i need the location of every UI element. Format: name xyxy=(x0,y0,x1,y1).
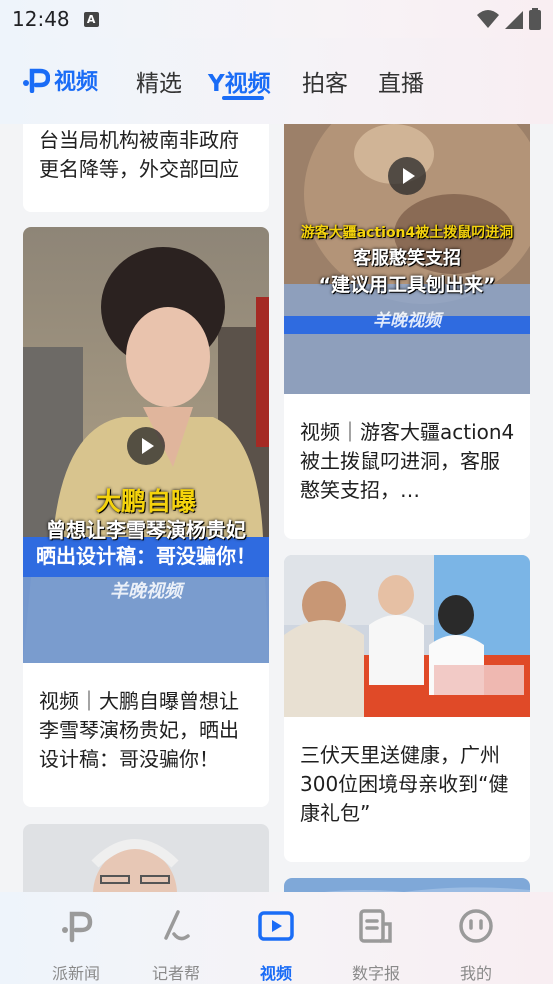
caption-line3: 晒出设计稿：哥没骗你！ xyxy=(36,544,256,568)
card-title: 台当局机构被南非政府更名降等，外交部回应 xyxy=(39,128,239,181)
caption-line2: 曾想让李雪琴演杨贵妃 xyxy=(46,518,246,542)
card-title: 三伏天里送健康，广州300位困境母亲收到“健康礼包” xyxy=(300,743,509,825)
thumbnail-image xyxy=(23,824,269,892)
tab-y-video[interactable]: Y视频 xyxy=(208,64,271,98)
nav-item-video[interactable]: 视频 xyxy=(226,892,326,984)
nav-item-reporter[interactable]: 记者帮 xyxy=(126,892,226,984)
video-thumbnail[interactable]: 大鹏自曝 曾想让李雪琴演杨贵妃 晒出设计稿：哥没骗你！ 羊晚视频 xyxy=(23,227,269,663)
app-logo[interactable]: 视频 xyxy=(22,64,98,96)
profile-icon xyxy=(459,909,493,943)
caption-line2: 客服憨笑支招 xyxy=(353,248,461,269)
thumbnail-image xyxy=(284,878,530,892)
card-title: 视频｜游客大疆action4被土拨鼠叼进洞，客服憨笑支招，… xyxy=(300,420,515,502)
status-bar: 12:48 A xyxy=(0,0,553,38)
caption-line1: 大鹏自曝 xyxy=(95,487,196,516)
play-icon[interactable] xyxy=(127,427,165,465)
tab-live[interactable]: 直播 xyxy=(378,64,424,98)
video-card[interactable]: 大鹏自曝 曾想让李雪琴演杨贵妃 晒出设计稿：哥没骗你！ 羊晚视频 视频｜大鹏自曝… xyxy=(23,227,269,807)
nav-item-profile[interactable]: 我的 xyxy=(426,892,526,984)
watermark: 羊晚视频 xyxy=(110,581,182,602)
video-feed[interactable]: 台当局机构被南非政府更名降等，外交部回应 大鹏自曝 曾想让李雪琴演杨贵妃 晒出设… xyxy=(0,124,553,892)
watermark: 羊晚视频 xyxy=(373,311,441,331)
battery-icon xyxy=(529,8,541,30)
nav-label: 记者帮 xyxy=(151,964,200,983)
caption-line3: “建议用工具刨出来” xyxy=(318,274,496,296)
video-thumbnail[interactable]: 游客大疆action4被土拨鼠叼进洞 客服憨笑支招 “建议用工具刨出来” 羊晚视… xyxy=(284,124,530,394)
pai-logo-icon xyxy=(23,68,50,93)
tab-paike[interactable]: 拍客 xyxy=(302,64,348,98)
status-time: 12:48 xyxy=(12,7,70,31)
video-card[interactable] xyxy=(23,824,269,892)
video-thumbnail[interactable] xyxy=(284,555,530,717)
status-icons xyxy=(477,8,541,30)
tab-featured[interactable]: 精选 xyxy=(136,64,182,98)
video-card[interactable]: 台当局机构被南非政府更名降等，外交部回应 xyxy=(23,124,269,212)
notification-icon: A xyxy=(83,11,99,27)
nav-label: 我的 xyxy=(459,964,492,983)
video-card[interactable] xyxy=(284,878,530,892)
nav-item-digital-paper[interactable]: 数字报 xyxy=(326,892,426,984)
newspaper-icon xyxy=(359,909,392,943)
logo-text: 视频 xyxy=(54,70,99,95)
wifi-icon xyxy=(477,10,499,28)
video-card[interactable]: 三伏天里送健康，广州300位困境母亲收到“健康礼包” xyxy=(284,555,530,862)
play-icon[interactable] xyxy=(388,157,426,195)
active-tab-indicator xyxy=(222,96,264,100)
reporter-icon xyxy=(164,910,190,941)
bottom-nav: 派新闻 记者帮 视频 数字报 我的 xyxy=(0,892,553,984)
nav-item-pai-news[interactable]: 派新闻 xyxy=(26,892,126,984)
nav-label: 视频 xyxy=(259,964,292,983)
video-card[interactable]: 游客大疆action4被土拨鼠叼进洞 客服憨笑支招 “建议用工具刨出来” 羊晚视… xyxy=(284,124,530,539)
caption-line1: 游客大疆action4被土拨鼠叼进洞 xyxy=(300,225,514,241)
pai-logo-icon xyxy=(62,911,93,943)
video-icon xyxy=(258,911,294,941)
card-title: 视频｜大鹏自曝曾想让李雪琴演杨贵妃，晒出设计稿：哥没骗你！ xyxy=(39,689,239,771)
nav-label: 数字报 xyxy=(351,964,400,983)
top-nav: 视频 精选 Y视频 拍客 直播 xyxy=(0,38,553,124)
thumbnail-image xyxy=(284,555,530,717)
signal-icon xyxy=(505,11,523,29)
nav-label: 派新闻 xyxy=(51,964,100,983)
